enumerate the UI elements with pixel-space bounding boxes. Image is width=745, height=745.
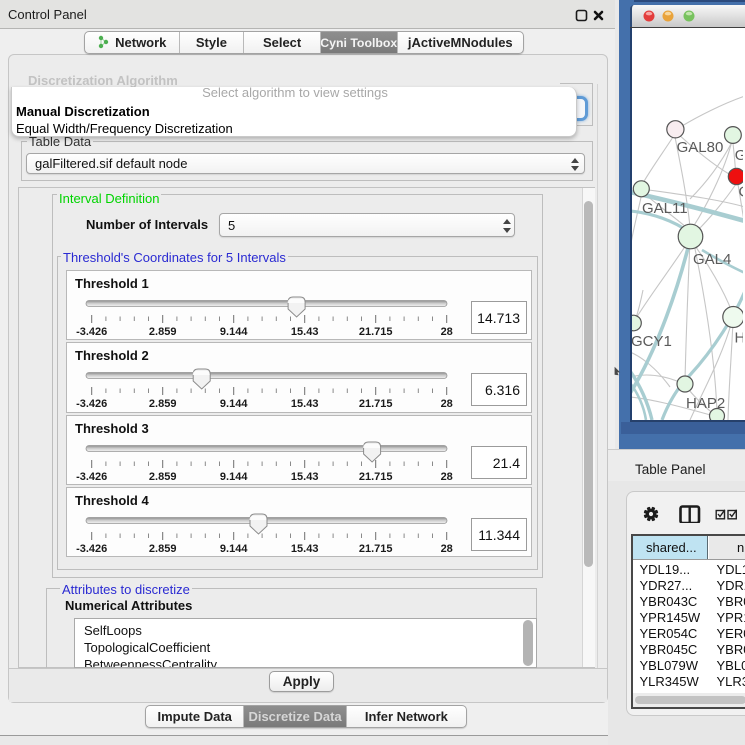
svg-text:9.144: 9.144 (220, 543, 248, 555)
svg-text:2.859: 2.859 (149, 326, 177, 338)
svg-text:15.43: 15.43 (291, 326, 319, 338)
svg-text:2.859: 2.859 (149, 398, 177, 410)
svg-text:9.144: 9.144 (220, 326, 248, 338)
svg-text:28: 28 (441, 471, 453, 483)
svg-text:21.715: 21.715 (359, 326, 393, 338)
svg-text:9.144: 9.144 (220, 471, 248, 483)
svg-text:2.859: 2.859 (149, 543, 177, 555)
svg-text:2.859: 2.859 (149, 471, 177, 483)
svg-text:HAP2: HAP2 (686, 395, 725, 412)
svg-text:15.43: 15.43 (291, 471, 319, 483)
svg-text:15.43: 15.43 (291, 398, 319, 410)
svg-text:H: H (735, 330, 744, 347)
svg-text:21.715: 21.715 (359, 471, 393, 483)
svg-text:-3.426: -3.426 (76, 543, 107, 555)
svg-text:28: 28 (441, 543, 453, 555)
svg-text:21.715: 21.715 (359, 398, 393, 410)
svg-text:GAL11: GAL11 (642, 200, 688, 217)
svg-text:GAL80: GAL80 (677, 139, 724, 156)
svg-text:15.43: 15.43 (291, 543, 319, 555)
svg-text:-3.426: -3.426 (76, 398, 107, 410)
svg-text:GCY1: GCY1 (632, 333, 672, 350)
svg-text:GA: GA (735, 147, 743, 164)
svg-text:-3.426: -3.426 (76, 471, 107, 483)
svg-text:21.715: 21.715 (359, 543, 393, 555)
svg-text:GAL4: GAL4 (693, 251, 731, 268)
svg-text:-3.426: -3.426 (76, 326, 107, 338)
svg-text:C: C (739, 184, 744, 201)
svg-text:9.144: 9.144 (220, 398, 248, 410)
svg-text:28: 28 (441, 398, 453, 410)
svg-text:28: 28 (441, 326, 453, 338)
